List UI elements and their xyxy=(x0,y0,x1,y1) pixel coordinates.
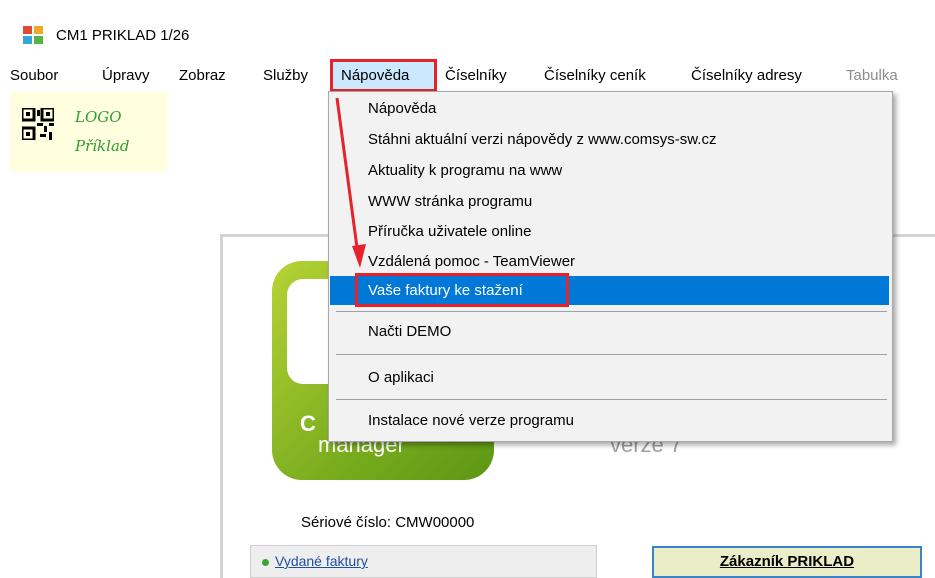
issued-invoices-link[interactable]: Vydané faktury xyxy=(275,553,368,569)
dropdown-item-napoveda[interactable]: Nápověda xyxy=(368,100,436,117)
menu-zobraz[interactable]: Zobraz xyxy=(179,67,226,84)
app-icon xyxy=(23,26,43,44)
menu-upravy[interactable]: Úpravy xyxy=(102,67,150,84)
logo-text-line2: Příklad xyxy=(75,137,130,155)
menu-ciselniky[interactable]: Číselníky xyxy=(445,67,507,84)
dropdown-item-about[interactable]: O aplikaci xyxy=(368,369,434,386)
serial-number: Sériové číslo: CMW00000 xyxy=(301,514,475,531)
dropdown-item-demo[interactable]: Načti DEMO xyxy=(368,323,451,340)
dropdown-item-website[interactable]: WWW stránka programu xyxy=(368,193,532,210)
bullet-icon xyxy=(262,559,269,566)
logo-text-line1: LOGO xyxy=(75,108,122,126)
annotation-box xyxy=(355,273,569,307)
qr-code-icon xyxy=(22,108,54,140)
product-logo-letter: C xyxy=(300,411,316,436)
dropdown-item-manual[interactable]: Příručka uživatele online xyxy=(368,223,531,240)
menu-soubor[interactable]: Soubor xyxy=(10,67,58,84)
menu-tabulka[interactable]: Tabulka xyxy=(846,67,898,84)
dropdown-item-news[interactable]: Aktuality k programu na www xyxy=(368,162,562,179)
menu-napoveda[interactable]: Nápověda xyxy=(341,67,409,84)
dropdown-item-download-help[interactable]: Stáhni aktuální verzi nápovědy z www.com… xyxy=(368,131,716,148)
menu-separator xyxy=(336,354,887,355)
menu-ciselniky-adresy[interactable]: Číselníky adresy xyxy=(691,67,802,84)
menu-separator xyxy=(336,311,887,312)
customer-button-label: Zákazník PRIKLAD xyxy=(719,553,855,570)
menu-ciselniky-cenik[interactable]: Číselníky ceník xyxy=(544,67,646,84)
menu-separator xyxy=(336,399,887,400)
dropdown-item-install[interactable]: Instalace nové verze programu xyxy=(368,412,574,429)
customer-button[interactable]: Zákazník PRIKLAD xyxy=(652,546,922,578)
dropdown-item-teamviewer[interactable]: Vzdálená pomoc - TeamViewer xyxy=(368,253,575,270)
menu-sluzby[interactable]: Služby xyxy=(263,67,308,84)
window-title: CM1 PRIKLAD 1/26 xyxy=(56,27,190,44)
